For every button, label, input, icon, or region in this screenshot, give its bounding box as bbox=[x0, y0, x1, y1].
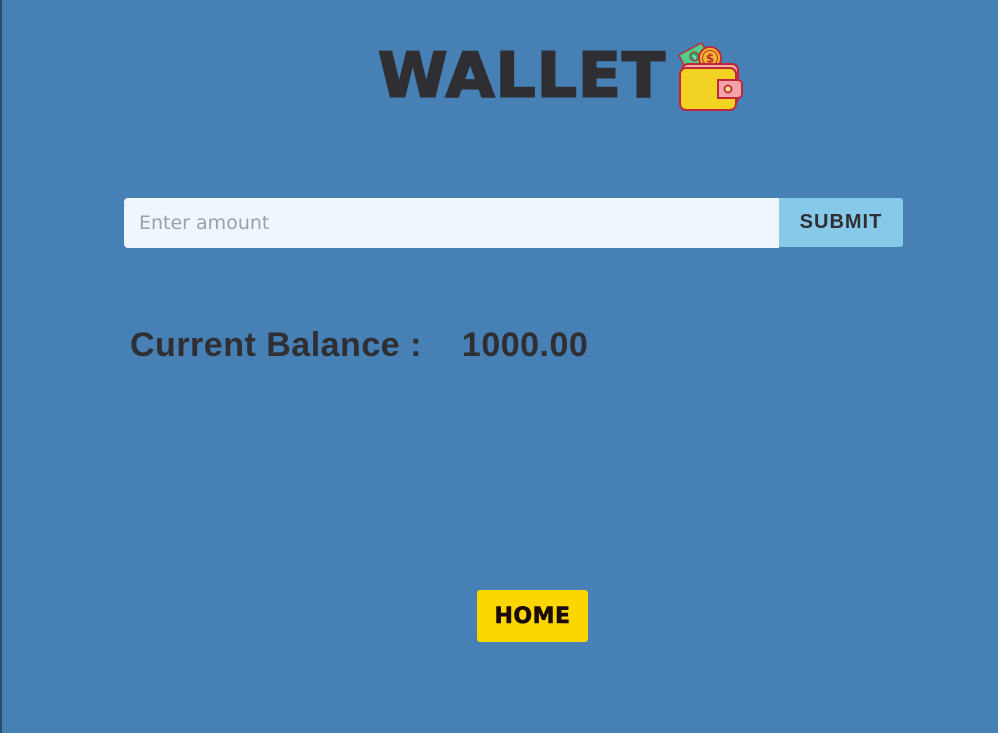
submit-button[interactable]: SUBMIT bbox=[779, 198, 903, 247]
window-edge bbox=[0, 0, 2, 733]
header: WALLET $ $ bbox=[377, 38, 744, 114]
home-button[interactable]: HOME bbox=[477, 590, 588, 642]
balance-display: Current Balance : 1000.00 bbox=[130, 326, 588, 365]
page-title: WALLET bbox=[377, 40, 667, 112]
wallet-icon: $ $ bbox=[679, 42, 744, 111]
balance-label: Current Balance : bbox=[130, 326, 422, 364]
amount-input[interactable] bbox=[124, 198, 779, 248]
balance-value: 1000.00 bbox=[461, 326, 589, 364]
